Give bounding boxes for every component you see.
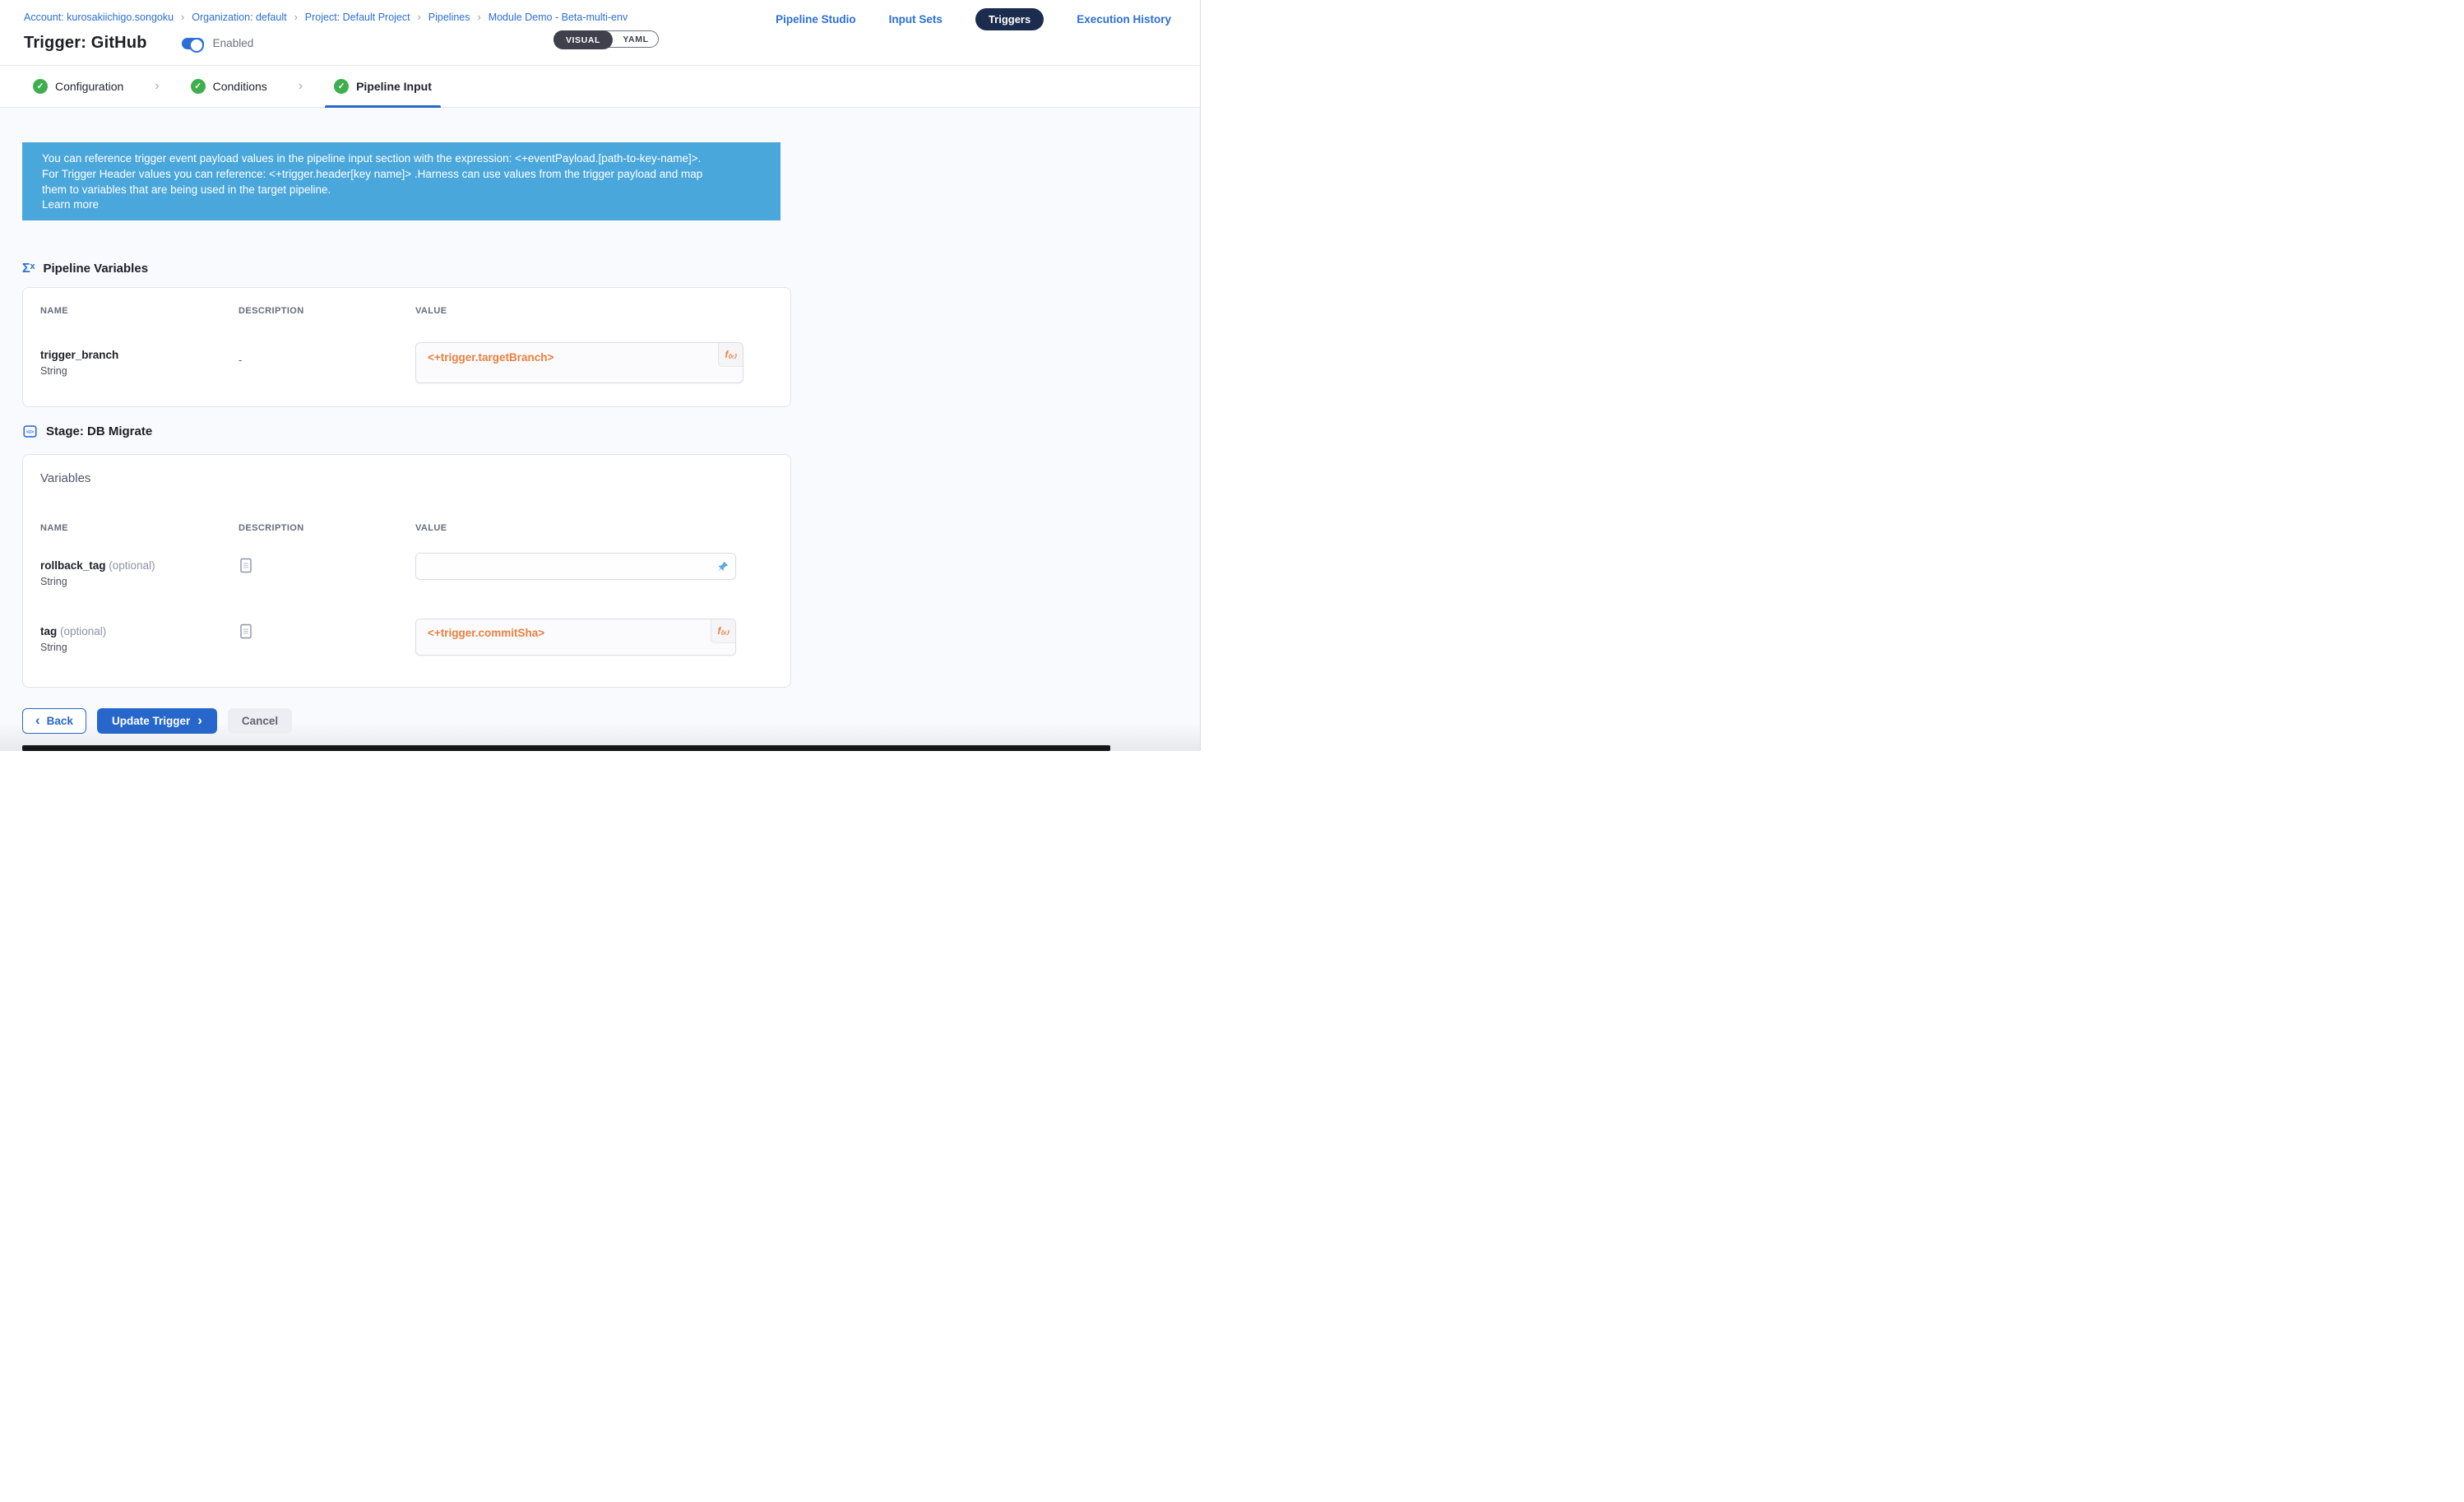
chevron-right-icon: › — [299, 79, 303, 94]
cancel-button[interactable]: Cancel — [228, 708, 292, 734]
info-banner: You can reference trigger event payload … — [22, 142, 780, 220]
stage-variables-card: Variables NAME DESCRIPTION VALUE rollbac… — [22, 454, 791, 688]
pipeline-nav: Pipeline Studio Input Sets Triggers Exec… — [776, 8, 1171, 30]
nav-input-sets[interactable]: Input Sets — [889, 13, 943, 25]
column-description: DESCRIPTION — [229, 523, 415, 533]
pin-icon — [716, 560, 729, 573]
breadcrumb-organization[interactable]: Organization: default — [192, 12, 305, 23]
expression-fx-button[interactable]: f₍ₓ₎ — [718, 343, 743, 367]
nav-pipeline-studio[interactable]: Pipeline Studio — [776, 13, 856, 25]
nav-execution-history[interactable]: Execution History — [1077, 13, 1171, 25]
variable-description: - — [229, 342, 415, 366]
cancel-button-label: Cancel — [242, 715, 278, 727]
back-button[interactable]: Back — [22, 708, 86, 734]
stage-icon: </> — [22, 424, 38, 439]
wizard-tab-bar: Configuration › Conditions › Pipeline In… — [0, 66, 1200, 108]
table-header-row: NAME DESCRIPTION VALUE — [40, 306, 771, 316]
stage-section-title: Stage: DB Migrate — [46, 424, 152, 438]
chevron-right-icon: › — [155, 79, 159, 94]
visual-yaml-switch[interactable]: VISUAL YAML — [553, 30, 659, 48]
page-header: Account: kurosakiichigo.songoku Organiza… — [0, 0, 1200, 66]
tab-pipeline-input-label: Pipeline Input — [356, 80, 432, 93]
column-value: VALUE — [415, 306, 771, 316]
tab-pipeline-input[interactable]: Pipeline Input — [325, 66, 441, 107]
optional-label: (optional) — [109, 559, 155, 572]
banner-line: You can reference trigger event payload … — [42, 151, 759, 167]
variable-type: String — [40, 642, 229, 653]
update-trigger-button-label: Update Trigger — [112, 715, 190, 727]
variable-name: rollback_tag (optional) — [40, 553, 229, 572]
optional-label: (optional) — [60, 625, 106, 637]
pin-button[interactable] — [716, 559, 730, 574]
visual-segment[interactable]: VISUAL — [553, 30, 613, 49]
svg-text:</>: </> — [26, 429, 34, 435]
table-row: trigger_branch String - f₍ₓ₎ — [40, 342, 771, 383]
fx-icon: f₍ₓ₎ — [725, 349, 736, 360]
pipeline-variables-icon: Σˣ — [22, 262, 35, 276]
expression-fx-button[interactable]: f₍ₓ₎ — [711, 619, 735, 643]
rollback-tag-value-input[interactable] — [415, 553, 736, 580]
bottom-black-bar — [22, 745, 1110, 751]
tab-conditions[interactable]: Conditions — [182, 66, 276, 107]
breadcrumb-account[interactable]: Account: kurosakiichigo.songoku — [24, 12, 192, 23]
pipeline-variables-card: NAME DESCRIPTION VALUE trigger_branch St… — [22, 287, 791, 407]
scrollbar-gutter[interactable] — [1200, 0, 1232, 751]
table-row: rollback_tag (optional) String — [40, 553, 771, 587]
breadcrumb-pipeline-name[interactable]: Module Demo - Beta-multi-env — [489, 12, 628, 23]
update-trigger-button[interactable]: Update Trigger — [97, 708, 217, 734]
check-icon — [191, 79, 206, 94]
table-row: tag (optional) String f — [40, 619, 771, 656]
variable-type: String — [40, 365, 229, 377]
breadcrumb-pipelines[interactable]: Pipelines — [428, 12, 489, 23]
banner-line: For Trigger Header values you can refere… — [42, 167, 759, 183]
variable-name: trigger_branch — [40, 342, 229, 361]
back-button-label: Back — [47, 715, 73, 727]
stage-section-header: </> Stage: DB Migrate — [22, 424, 1200, 439]
tag-value-input[interactable] — [415, 619, 736, 656]
variable-type: String — [40, 576, 229, 587]
variables-card-title: Variables — [40, 471, 771, 485]
pipeline-variables-section-header: Σˣ Pipeline Variables — [22, 262, 1200, 276]
column-name: NAME — [40, 523, 229, 533]
pipeline-input-panel: You can reference trigger event payload … — [0, 108, 1200, 751]
nav-triggers[interactable]: Triggers — [975, 8, 1044, 30]
fx-icon: f₍ₓ₎ — [717, 625, 729, 637]
check-icon — [334, 79, 349, 94]
tab-configuration-label: Configuration — [55, 80, 123, 93]
value-field-wrapper: f₍ₓ₎ — [415, 342, 743, 383]
table-header-row: NAME DESCRIPTION VALUE — [40, 523, 771, 533]
tab-configuration[interactable]: Configuration — [24, 66, 132, 107]
yaml-segment[interactable]: YAML — [614, 31, 658, 47]
pipeline-variables-title: Pipeline Variables — [43, 262, 148, 276]
learn-more-link[interactable]: Learn more — [42, 197, 759, 213]
enabled-toggle[interactable] — [182, 38, 204, 49]
page-title: Trigger: GitHub — [24, 34, 147, 53]
column-description: DESCRIPTION — [229, 306, 415, 316]
enabled-toggle-label: Enabled — [213, 37, 254, 49]
description-icon[interactable] — [240, 558, 252, 573]
breadcrumb-project[interactable]: Project: Default Project — [305, 12, 428, 23]
column-value: VALUE — [415, 523, 771, 533]
tab-conditions-label: Conditions — [213, 80, 267, 93]
description-icon[interactable] — [240, 624, 252, 639]
footer-actions: Back Update Trigger Cancel — [22, 708, 1200, 734]
value-field-wrapper: f₍ₓ₎ — [415, 619, 736, 656]
banner-line: them to variables that are being used in… — [42, 183, 759, 198]
column-name: NAME — [40, 306, 229, 316]
check-icon — [33, 79, 48, 94]
app-window: Account: kurosakiichigo.songoku Organiza… — [0, 0, 1200, 751]
value-field-wrapper — [415, 553, 736, 580]
trigger-branch-value-input[interactable] — [415, 342, 743, 383]
variable-name: tag (optional) — [40, 619, 229, 637]
